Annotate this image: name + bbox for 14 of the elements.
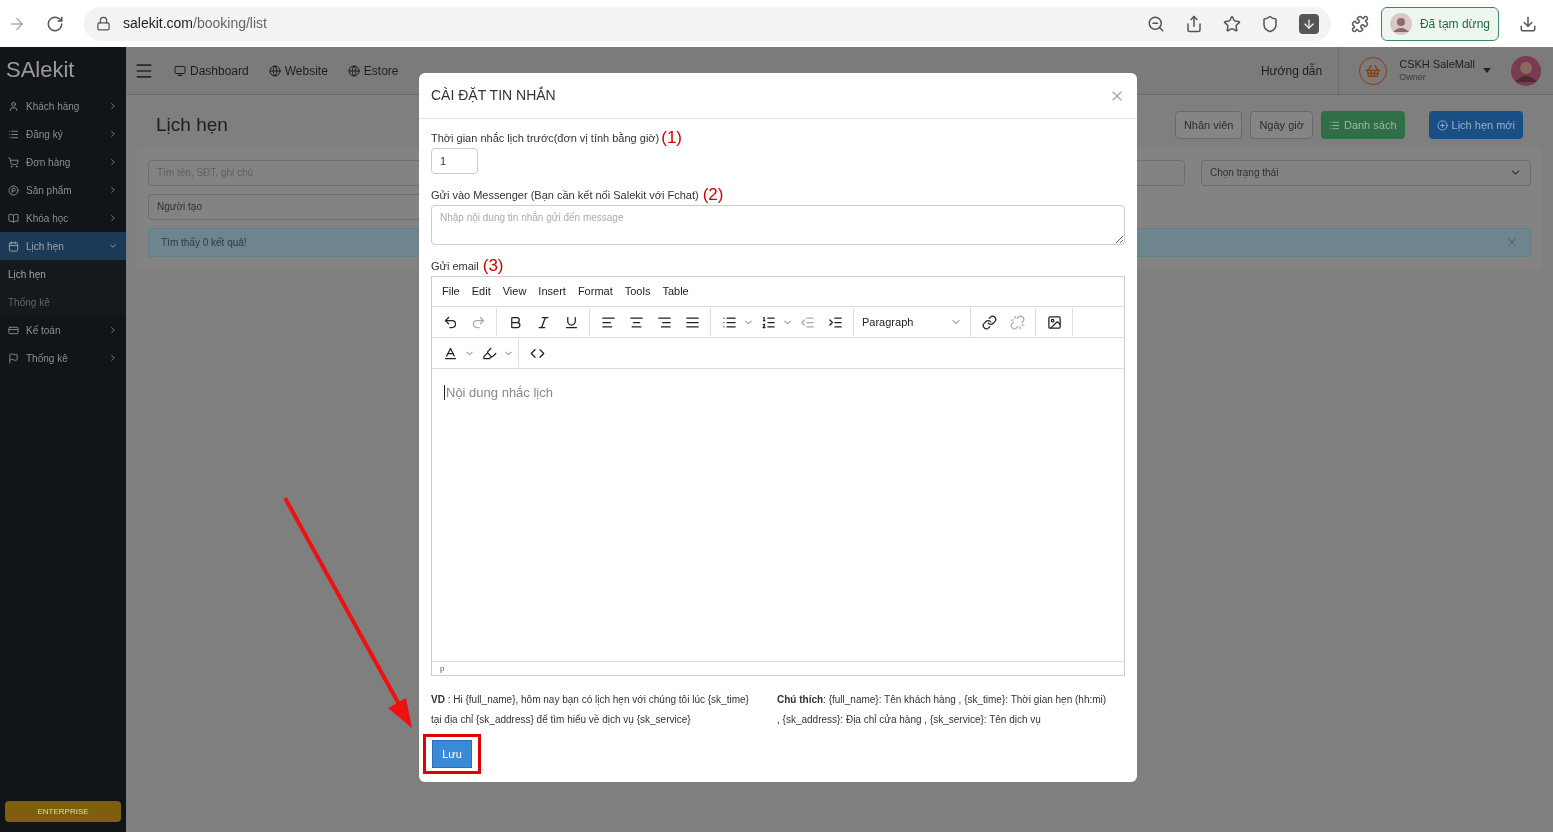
annotation-number: (1) xyxy=(661,129,682,146)
alert-text: Tìm thấy 0 kết quả! xyxy=(161,235,248,250)
note-text: Chú thích: {full_name}: Tên khách hàng , {sk_time}: Thời gian hẹn (hh:mi) , {sk_address}: Địa chỉ cửa hàng , {sk_service}: Tên dịch vụ xyxy=(777,693,1107,727)
field-label: Gửi email xyxy=(431,258,479,274)
page-title: Lịch hẹn xyxy=(156,113,228,137)
user-role: Owner xyxy=(1399,71,1427,83)
element-path: p xyxy=(440,662,446,675)
modal-title: CÀI ĐẶT TIN NHẮN xyxy=(431,85,557,105)
field-label: Thời gian nhắc lịch trước(đơn vị tính bằng giờ) xyxy=(431,130,660,146)
annotation-number: (3) xyxy=(482,257,504,274)
example-text: VD : Hi {full_name}, hôm nay bạn có lịch hẹn với chúng tôi lúc {sk_time} tại địa chỉ {sk_address} để tìm hiểu về dịch vụ {sk_service} xyxy=(431,693,750,727)
url-text: salekit.com/booking/list xyxy=(123,14,268,33)
field-label: Gửi vào Messenger (Bạn cần kết nối Salekit với Fchat) xyxy=(431,187,699,203)
annotation-number: (2) xyxy=(702,186,724,203)
